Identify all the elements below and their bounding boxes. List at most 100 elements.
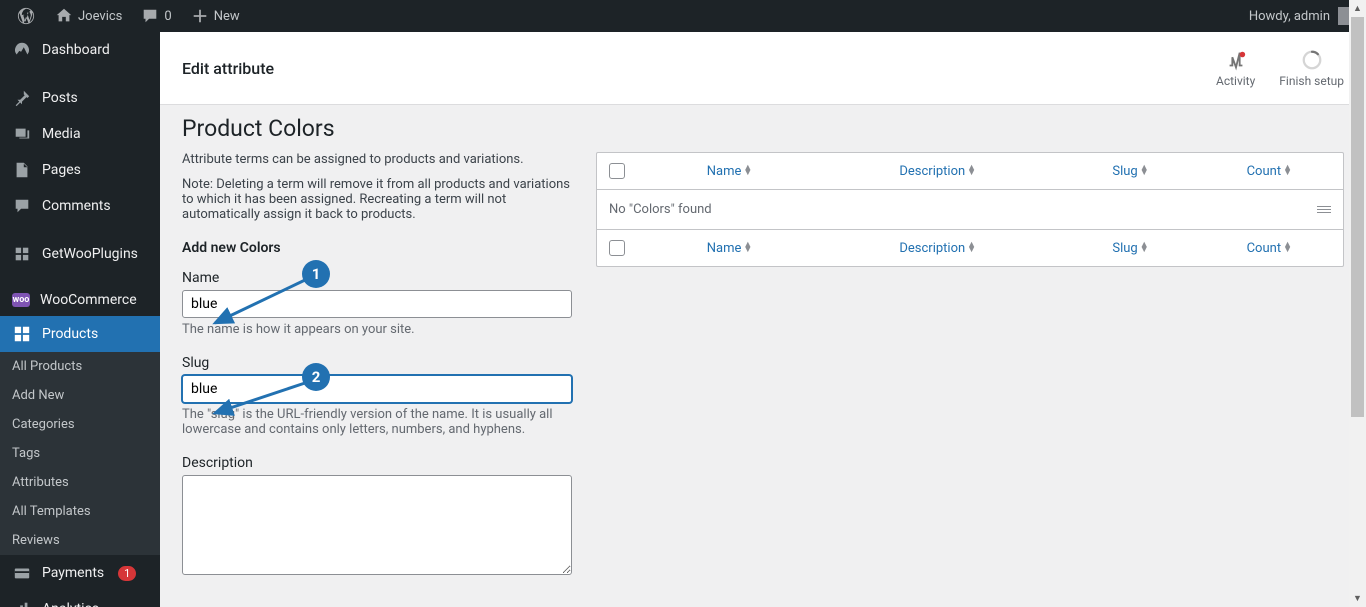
col-count[interactable]: Count▲▼ [1208, 241, 1331, 256]
menu-dashboard[interactable]: Dashboard [0, 32, 160, 68]
activity-button[interactable]: Activity [1216, 48, 1255, 88]
page-title: Product Colors [182, 115, 1344, 142]
vertical-scrollbar[interactable]: ▲ ▼ [1349, 0, 1366, 607]
site-link[interactable]: Joevics [48, 6, 128, 26]
wordpress-icon [16, 6, 36, 26]
menu-label: Media [42, 126, 81, 142]
site-name: Joevics [78, 9, 122, 24]
table-column: Name▲▼ Description▲▼ Slug▲▼ Count▲▼ No "… [596, 152, 1344, 579]
scroll-thumb[interactable] [1351, 17, 1364, 417]
wp-logo[interactable] [10, 6, 42, 26]
menu-label: Pages [42, 162, 81, 178]
menu-products[interactable]: Products [0, 316, 160, 352]
menu-label: Dashboard [42, 42, 110, 58]
new-content[interactable]: New [184, 6, 246, 26]
sub-add-new[interactable]: Add New [0, 381, 160, 410]
screen-title: Edit attribute [182, 59, 274, 78]
menu-label: WooCommerce [40, 292, 137, 308]
col-name[interactable]: Name▲▼ [637, 164, 822, 179]
plugin-icon [12, 244, 32, 264]
sort-icon: ▲▼ [1140, 243, 1149, 253]
plus-icon [190, 6, 210, 26]
page-icon [12, 160, 32, 180]
description-textarea[interactable] [182, 475, 572, 575]
row-options-icon[interactable] [1317, 206, 1331, 213]
annotation-step-2: 2 [302, 363, 330, 391]
sub-all-products[interactable]: All Products [0, 352, 160, 381]
description-label: Description [182, 455, 572, 471]
table-footer: Name▲▼ Description▲▼ Slug▲▼ Count▲▼ [597, 229, 1343, 266]
slug-help: The "slug" is the URL-friendly version o… [182, 407, 572, 437]
sub-reviews[interactable]: Reviews [0, 526, 160, 555]
sort-icon: ▲▼ [743, 166, 752, 176]
comments-link[interactable]: 0 [134, 6, 177, 26]
menu-label: Payments [42, 565, 104, 581]
menu-label: Products [42, 326, 98, 342]
menu-comments[interactable]: Comments [0, 188, 160, 224]
products-icon [12, 324, 32, 344]
activity-label: Activity [1216, 74, 1255, 88]
empty-message: No "Colors" found [609, 202, 712, 217]
comment-icon [12, 196, 32, 216]
menu-pages[interactable]: Pages [0, 152, 160, 188]
menu-label: Comments [42, 198, 111, 214]
col-count[interactable]: Count▲▼ [1208, 164, 1331, 179]
account-link[interactable]: Howdy, admin [1239, 7, 1366, 25]
menu-label: Analytics [42, 601, 99, 607]
new-label: New [214, 9, 240, 24]
col-slug[interactable]: Slug▲▼ [1053, 164, 1207, 179]
finish-setup-button[interactable]: Finish setup [1279, 48, 1344, 88]
table-header: Name▲▼ Description▲▼ Slug▲▼ Count▲▼ [597, 153, 1343, 190]
scroll-down-arrow[interactable]: ▼ [1349, 590, 1366, 607]
howdy-text: Howdy, admin [1249, 9, 1330, 24]
col-description[interactable]: Description▲▼ [822, 241, 1053, 256]
sub-tags[interactable]: Tags [0, 439, 160, 468]
menu-analytics[interactable]: Analytics [0, 591, 160, 607]
name-help: The name is how it appears on your site. [182, 322, 572, 337]
menu-payments[interactable]: Payments1 [0, 555, 160, 591]
menu-posts[interactable]: Posts [0, 80, 160, 116]
admin-bar: Joevics 0 New Howdy, admin [0, 0, 1366, 32]
comment-icon [140, 6, 160, 26]
dashboard-icon [12, 40, 32, 60]
select-all-checkbox[interactable] [609, 240, 625, 256]
menu-label: GetWooPlugins [42, 246, 138, 262]
admin-sidebar: Dashboard Posts Media Pages Comments Get… [0, 32, 160, 607]
form-heading: Add new Colors [182, 240, 572, 256]
name-label: Name [182, 270, 572, 286]
menu-media[interactable]: Media [0, 116, 160, 152]
menu-getwooplugins[interactable]: GetWooPlugins [0, 236, 160, 272]
payment-icon [12, 563, 32, 583]
media-icon [12, 124, 32, 144]
name-input[interactable] [182, 290, 572, 318]
terms-table: Name▲▼ Description▲▼ Slug▲▼ Count▲▼ No "… [596, 152, 1344, 267]
analytics-icon [12, 599, 32, 607]
finish-setup-label: Finish setup [1279, 74, 1344, 88]
sort-icon: ▲▼ [967, 243, 976, 253]
col-description[interactable]: Description▲▼ [822, 164, 1053, 179]
intro-text: Attribute terms can be assigned to produ… [182, 152, 572, 167]
note-text: Note: Deleting a term will remove it fro… [182, 177, 572, 222]
woo-icon: woo [12, 293, 30, 307]
slug-label: Slug [182, 355, 572, 371]
scroll-up-arrow[interactable]: ▲ [1349, 0, 1366, 17]
products-submenu: All Products Add New Categories Tags Att… [0, 352, 160, 555]
comment-count: 0 [164, 9, 171, 24]
menu-woocommerce[interactable]: woo WooCommerce [0, 284, 160, 316]
form-column: Attribute terms can be assigned to produ… [182, 152, 572, 579]
sub-attributes[interactable]: Attributes [0, 468, 160, 497]
sort-icon: ▲▼ [1283, 166, 1292, 176]
sort-icon: ▲▼ [967, 166, 976, 176]
sort-icon: ▲▼ [1140, 166, 1149, 176]
col-name[interactable]: Name▲▼ [637, 241, 822, 256]
col-slug[interactable]: Slug▲▼ [1053, 241, 1207, 256]
sub-categories[interactable]: Categories [0, 410, 160, 439]
content-area: Edit attribute Activity Finish setup Pro… [160, 32, 1366, 607]
slug-input[interactable] [182, 375, 572, 403]
activity-icon [1224, 48, 1248, 72]
pin-icon [12, 88, 32, 108]
sort-icon: ▲▼ [743, 243, 752, 253]
sort-icon: ▲▼ [1283, 243, 1292, 253]
sub-all-templates[interactable]: All Templates [0, 497, 160, 526]
select-all-checkbox[interactable] [609, 163, 625, 179]
